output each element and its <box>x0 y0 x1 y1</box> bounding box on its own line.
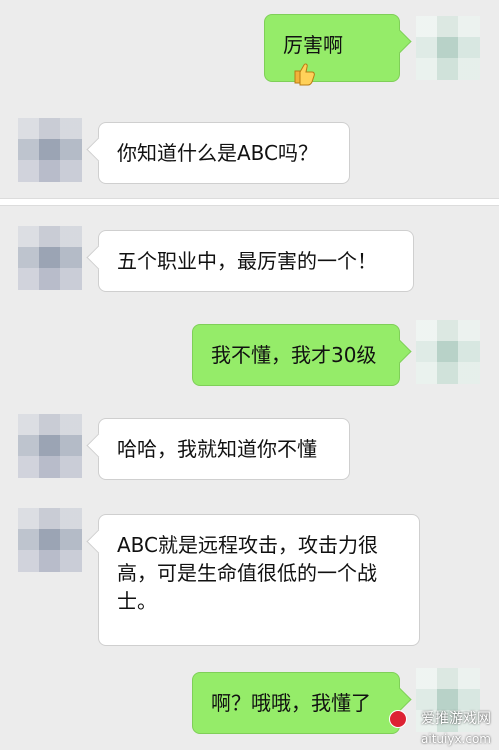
message-bubble-left[interactable]: 你知道什么是ABC吗？ <box>98 122 350 184</box>
message-bubble-left[interactable]: ABC就是远程攻击，攻击力很高，可是生命值很低的一个战士。 <box>98 514 420 646</box>
message-text: 啊？哦哦，我懂了 <box>211 691 371 715</box>
watermark-site-url: aituiyx.com <box>421 732 491 746</box>
watermark-logo-icon <box>389 710 407 728</box>
message-bubble-right[interactable]: 厉害啊 <box>264 14 400 86</box>
avatar[interactable] <box>416 320 480 384</box>
message-text: 五个职业中，最厉害的一个！ <box>117 249 377 273</box>
watermark-site-name: 爱推游戏网 <box>421 711 491 727</box>
avatar[interactable] <box>18 414 82 478</box>
thumbs-up-icon <box>294 63 315 86</box>
avatar[interactable] <box>18 118 82 182</box>
message-text: ABC就是远程攻击，攻击力很高，可是生命值很低的一个战士。 <box>117 533 379 613</box>
message-text: 我不懂，我才30级 <box>211 343 377 367</box>
message-bubble-right[interactable]: 我不懂，我才30级 <box>192 324 400 386</box>
message-text: 厉害啊 <box>283 33 343 57</box>
avatar[interactable] <box>18 508 82 572</box>
message-bubble-left[interactable]: 哈哈，我就知道你不懂 <box>98 418 350 480</box>
divider <box>0 198 499 206</box>
message-text: 你知道什么是ABC吗？ <box>117 141 319 165</box>
message-bubble-right[interactable]: 啊？哦哦，我懂了 <box>192 672 400 734</box>
message-bubble-left[interactable]: 五个职业中，最厉害的一个！ <box>98 230 414 292</box>
avatar[interactable] <box>18 226 82 290</box>
message-text: 哈哈，我就知道你不懂 <box>117 437 317 461</box>
avatar[interactable] <box>416 16 480 80</box>
